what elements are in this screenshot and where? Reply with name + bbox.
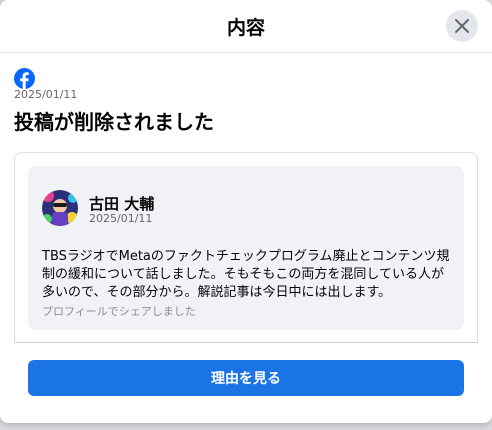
author-name[interactable]: 古田 大輔 <box>89 193 154 214</box>
shared-post-preview: 古田 大輔 2025/01/11 TBSラジオでMetaのファクトチェックプログ… <box>28 166 464 330</box>
see-reason-button[interactable]: 理由を見る <box>28 360 464 396</box>
post-body-text: TBSラジオでMetaのファクトチェックプログラム廃止とコンテンツ規制の緩和につ… <box>42 249 450 300</box>
close-icon <box>455 19 469 33</box>
dialog-title: 内容 <box>226 17 265 39</box>
post-removed-headline: 投稿が削除されました <box>14 110 214 134</box>
facebook-logo-icon <box>14 68 35 89</box>
dialog-header: 内容 <box>0 0 492 53</box>
avatar[interactable] <box>42 190 78 226</box>
divider <box>14 342 478 343</box>
shared-on-profile-note: プロフィールでシェアしました <box>42 305 196 318</box>
author-post-date: 2025/01/11 <box>89 212 153 225</box>
content-dialog: 内容 2025/01/11 投稿が削除されました 古田 大輔 2025/01/1… <box>0 0 492 423</box>
close-button[interactable] <box>446 10 478 42</box>
avatar-image <box>42 190 78 226</box>
post-date: 2025/01/11 <box>14 88 78 101</box>
